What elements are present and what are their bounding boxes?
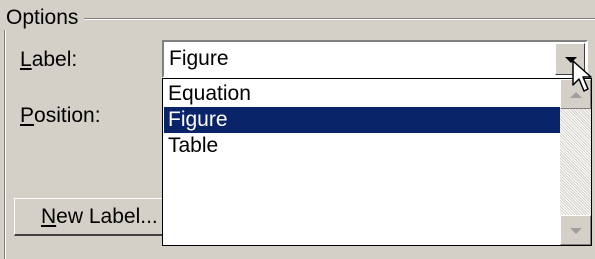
mouse-pointer-icon bbox=[572, 60, 592, 92]
new-label-button-text: New Label... bbox=[41, 205, 158, 228]
label-combobox[interactable]: Figure bbox=[162, 40, 588, 78]
label-field-label: Label: bbox=[20, 48, 78, 71]
dropdown-option-table[interactable]: Table bbox=[164, 133, 560, 159]
arrow-down-icon bbox=[570, 228, 582, 234]
label-dropdown-list[interactable]: Equation Figure Table bbox=[162, 78, 592, 246]
dropdown-scrollbar[interactable] bbox=[560, 79, 591, 245]
dropdown-option-figure[interactable]: Figure bbox=[164, 107, 560, 133]
label-combobox-value: Figure bbox=[169, 47, 229, 70]
position-field-label: Position: bbox=[20, 104, 101, 127]
options-group-title: Options bbox=[4, 6, 85, 30]
dropdown-option-equation[interactable]: Equation bbox=[164, 81, 560, 107]
scroll-down-button[interactable] bbox=[560, 215, 591, 245]
